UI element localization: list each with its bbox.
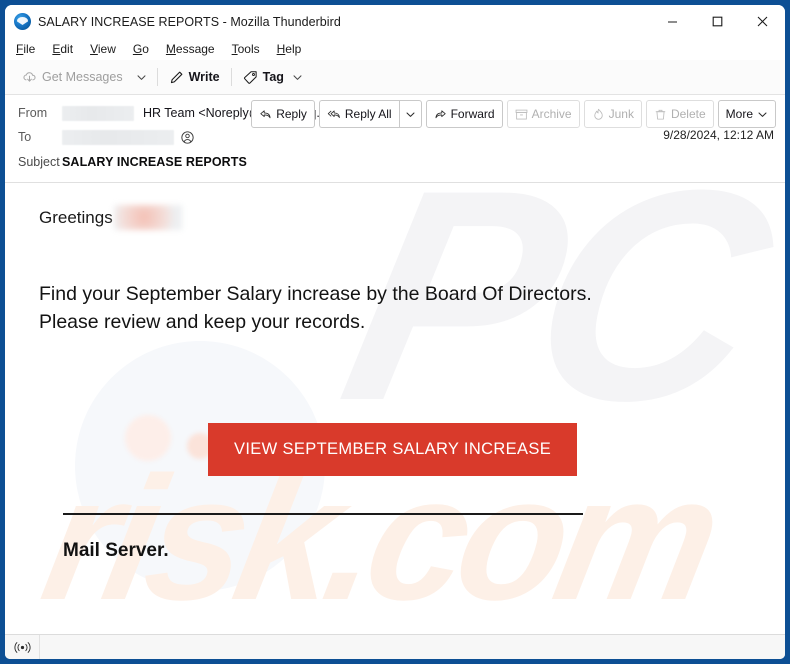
archive-button: Archive (506, 100, 580, 128)
thunderbird-logo-icon (14, 13, 31, 30)
archive-box-icon (515, 109, 527, 119)
broadcast-icon[interactable] (5, 635, 40, 659)
menu-item-file[interactable]: File (16, 40, 44, 58)
menu-item-go-rest: o (142, 42, 149, 56)
more-label: More (725, 107, 753, 121)
delete-button: Delete (645, 100, 714, 128)
menu-item-go[interactable]: Go (133, 40, 158, 58)
menu-item-view-rest: iew (97, 42, 116, 56)
from-redacted-block (62, 105, 134, 121)
view-salary-increase-button[interactable]: VIEW SEPTEMBER SALARY INCREASE (208, 423, 578, 476)
menu-item-view[interactable]: View (90, 40, 125, 58)
trash-icon (655, 109, 666, 120)
to-redacted-block (62, 129, 174, 145)
greeting-text: Greetings (39, 207, 113, 227)
title-bar: SALARY INCREASE REPORTS - Mozilla Thunde… (5, 5, 785, 38)
toolbar-separator-2 (230, 68, 232, 86)
chevron-down-icon (406, 112, 415, 117)
window-title: SALARY INCREASE REPORTS - Mozilla Thunde… (38, 14, 341, 29)
minimize-icon (668, 21, 677, 23)
menu-item-tools[interactable]: Tools (232, 40, 269, 58)
flame-icon (593, 108, 603, 120)
reply-icon (260, 109, 271, 118)
reply-all-label: Reply All (344, 107, 392, 121)
message-date: 9/28/2024, 12:12 AM (663, 128, 774, 142)
message-action-buttons: Reply Reply All Forward Archive Junk Del… (251, 100, 776, 128)
menu-item-tools-rest: ools (237, 42, 260, 56)
reply-all-icon (327, 110, 340, 118)
main-toolbar: Get Messages Write Tag (5, 60, 785, 95)
forward-icon (435, 109, 446, 118)
from-label: From (18, 106, 48, 120)
write-label: Write (188, 70, 220, 84)
forward-label: Forward (450, 107, 495, 121)
menu-item-message-rest: essage (175, 42, 215, 56)
subject-label: Subject (18, 155, 60, 169)
reply-all-button[interactable]: Reply All (318, 100, 399, 128)
pencil-icon (170, 71, 182, 83)
minimize-button[interactable] (650, 5, 695, 38)
tag-label: Tag (262, 70, 284, 84)
contact-avatar-icon[interactable] (181, 130, 194, 144)
to-label: To (18, 130, 32, 144)
application-window: SALARY INCREASE REPORTS - Mozilla Thunde… (0, 0, 790, 664)
signature-text: Mail Server. (63, 540, 169, 561)
chevron-down-icon (137, 74, 146, 80)
archive-label: Archive (531, 107, 572, 121)
menu-item-edit[interactable]: Edit (52, 40, 82, 58)
delete-label: Delete (670, 107, 706, 121)
greeting-line: Greetings (39, 205, 182, 230)
tag-button[interactable]: Tag (236, 66, 310, 89)
message-header: From HR Team <Noreply@ohsunghq.co.kr> To (5, 95, 785, 183)
write-button[interactable]: Write (162, 66, 227, 89)
watermark-risk: risk.com (29, 441, 728, 637)
junk-button: Junk (583, 100, 642, 128)
maximize-icon (712, 16, 723, 27)
window-content: SALARY INCREASE REPORTS - Mozilla Thunde… (5, 5, 785, 659)
reply-label: Reply (276, 107, 307, 121)
get-messages-dropdown[interactable] (130, 68, 153, 87)
menu-item-file-rest: ile (23, 42, 36, 56)
toolbar-separator-1 (156, 68, 158, 86)
menu-item-message[interactable]: Message (166, 40, 224, 58)
chevron-down-icon (293, 74, 302, 80)
close-icon (757, 16, 768, 27)
window-controls (650, 5, 785, 38)
decorative-dot-a (125, 415, 171, 461)
more-button[interactable]: More (717, 100, 776, 128)
cta-container: VIEW SEPTEMBER SALARY INCREASE (208, 423, 578, 476)
subject-value: SALARY INCREASE REPORTS (62, 155, 247, 169)
subject-row: Subject SALARY INCREASE REPORTS (5, 150, 785, 174)
menu-bar: File Edit View Go Message Tools Help (5, 38, 785, 60)
body-paragraph-line2: Please review and keep your records. (39, 310, 366, 333)
body-paragraph: Find your September Salary increase by t… (39, 281, 592, 336)
menu-item-edit-rest: dit (60, 42, 74, 56)
maximize-button[interactable] (695, 5, 740, 38)
message-body: PC risk.com Greetings Find your Septembe… (5, 183, 785, 647)
get-messages-button[interactable]: Get Messages (15, 66, 130, 89)
reply-all-dropdown[interactable] (398, 100, 422, 128)
cloud-download-icon (23, 71, 36, 82)
forward-button[interactable]: Forward (425, 100, 503, 128)
menu-item-help[interactable]: Help (277, 40, 311, 58)
reply-button[interactable]: Reply (251, 100, 315, 128)
status-bar (5, 634, 785, 659)
body-paragraph-line1: Find your September Salary increase by t… (39, 283, 592, 305)
chevron-down-icon (758, 112, 767, 117)
tag-icon (243, 70, 257, 84)
close-button[interactable] (740, 5, 785, 38)
junk-label: Junk (608, 107, 634, 121)
horizontal-rule (63, 513, 583, 515)
get-messages-label: Get Messages (42, 70, 123, 84)
greeting-name-redacted (113, 205, 182, 230)
menu-item-help-rest: elp (285, 42, 302, 56)
